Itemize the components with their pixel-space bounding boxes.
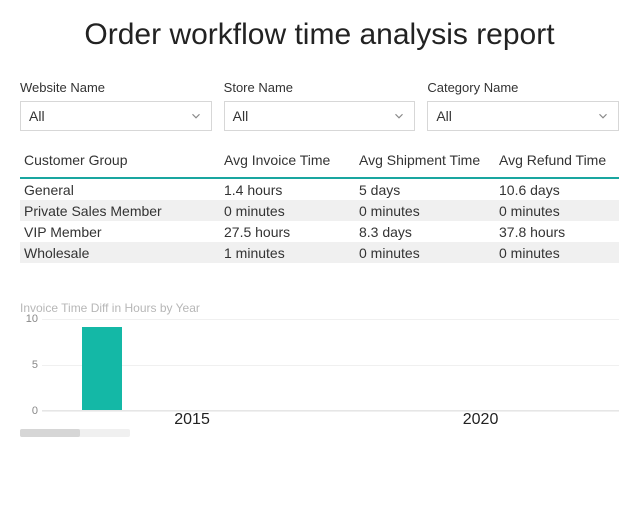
cell-avg-shipment: 0 minutes: [355, 242, 495, 264]
bar-chart[interactable]: 0510: [20, 319, 619, 411]
filter-category: Category Name All: [427, 80, 619, 131]
table-header-row: Customer Group Avg Invoice Time Avg Ship…: [20, 149, 619, 179]
filter-store: Store Name All: [224, 80, 416, 131]
col-avg-shipment[interactable]: Avg Shipment Time: [355, 149, 495, 171]
filter-value-category: All: [436, 108, 452, 124]
filter-website: Website Name All: [20, 80, 212, 131]
x-tick: 2020: [463, 411, 499, 429]
cell-customer-group: Private Sales Member: [20, 200, 220, 222]
filter-label-category: Category Name: [427, 80, 619, 95]
chevron-down-icon: [189, 109, 203, 123]
cell-customer-group: VIP Member: [20, 221, 220, 243]
cell-avg-invoice: 1 minutes: [220, 242, 355, 264]
table-row[interactable]: VIP Member27.5 hours8.3 days37.8 hours: [20, 221, 619, 242]
cell-avg-refund: 0 minutes: [495, 200, 619, 222]
chevron-down-icon: [392, 109, 406, 123]
x-tick: 2015: [174, 411, 210, 429]
table-row[interactable]: General1.4 hours5 days10.6 days: [20, 179, 619, 200]
cell-avg-invoice: 27.5 hours: [220, 221, 355, 243]
chart-plot-area: [42, 319, 619, 411]
filter-select-website[interactable]: All: [20, 101, 212, 131]
col-customer-group[interactable]: Customer Group: [20, 149, 220, 171]
table-body: General1.4 hours5 days10.6 daysPrivate S…: [20, 179, 619, 263]
cell-avg-shipment: 5 days: [355, 179, 495, 201]
chart-container: Invoice Time Diff in Hours by Year 0510 …: [0, 287, 639, 437]
table-row[interactable]: Wholesale1 minutes0 minutes0 minutes: [20, 242, 619, 263]
filter-label-website: Website Name: [20, 80, 212, 95]
cell-avg-refund: 10.6 days: [495, 179, 619, 201]
filter-select-store[interactable]: All: [224, 101, 416, 131]
data-table: Customer Group Avg Invoice Time Avg Ship…: [0, 149, 639, 263]
cell-avg-shipment: 0 minutes: [355, 200, 495, 222]
col-avg-invoice[interactable]: Avg Invoice Time: [220, 149, 355, 171]
filter-select-category[interactable]: All: [427, 101, 619, 131]
chart-y-axis: 0510: [20, 319, 42, 411]
filter-bar: Website Name All Store Name All Category…: [0, 80, 639, 131]
chart-scrollbar[interactable]: [20, 429, 130, 437]
page-title: Order workflow time analysis report: [0, 18, 639, 52]
cell-avg-invoice: 1.4 hours: [220, 179, 355, 201]
table-row[interactable]: Private Sales Member0 minutes0 minutes0 …: [20, 200, 619, 221]
filter-value-website: All: [29, 108, 45, 124]
filter-value-store: All: [233, 108, 249, 124]
col-avg-refund[interactable]: Avg Refund Time: [495, 149, 619, 171]
y-tick: 5: [32, 359, 38, 371]
chart-title: Invoice Time Diff in Hours by Year: [20, 301, 619, 315]
chevron-down-icon: [596, 109, 610, 123]
cell-avg-invoice: 0 minutes: [220, 200, 355, 222]
bar[interactable]: [82, 327, 122, 410]
cell-avg-refund: 37.8 hours: [495, 221, 619, 243]
cell-customer-group: Wholesale: [20, 242, 220, 264]
chart-scrollbar-thumb[interactable]: [20, 429, 80, 437]
cell-avg-refund: 0 minutes: [495, 242, 619, 264]
filter-label-store: Store Name: [224, 80, 416, 95]
chart-x-axis: 2015 2020: [20, 411, 619, 427]
y-tick: 10: [26, 313, 38, 325]
cell-avg-shipment: 8.3 days: [355, 221, 495, 243]
cell-customer-group: General: [20, 179, 220, 201]
